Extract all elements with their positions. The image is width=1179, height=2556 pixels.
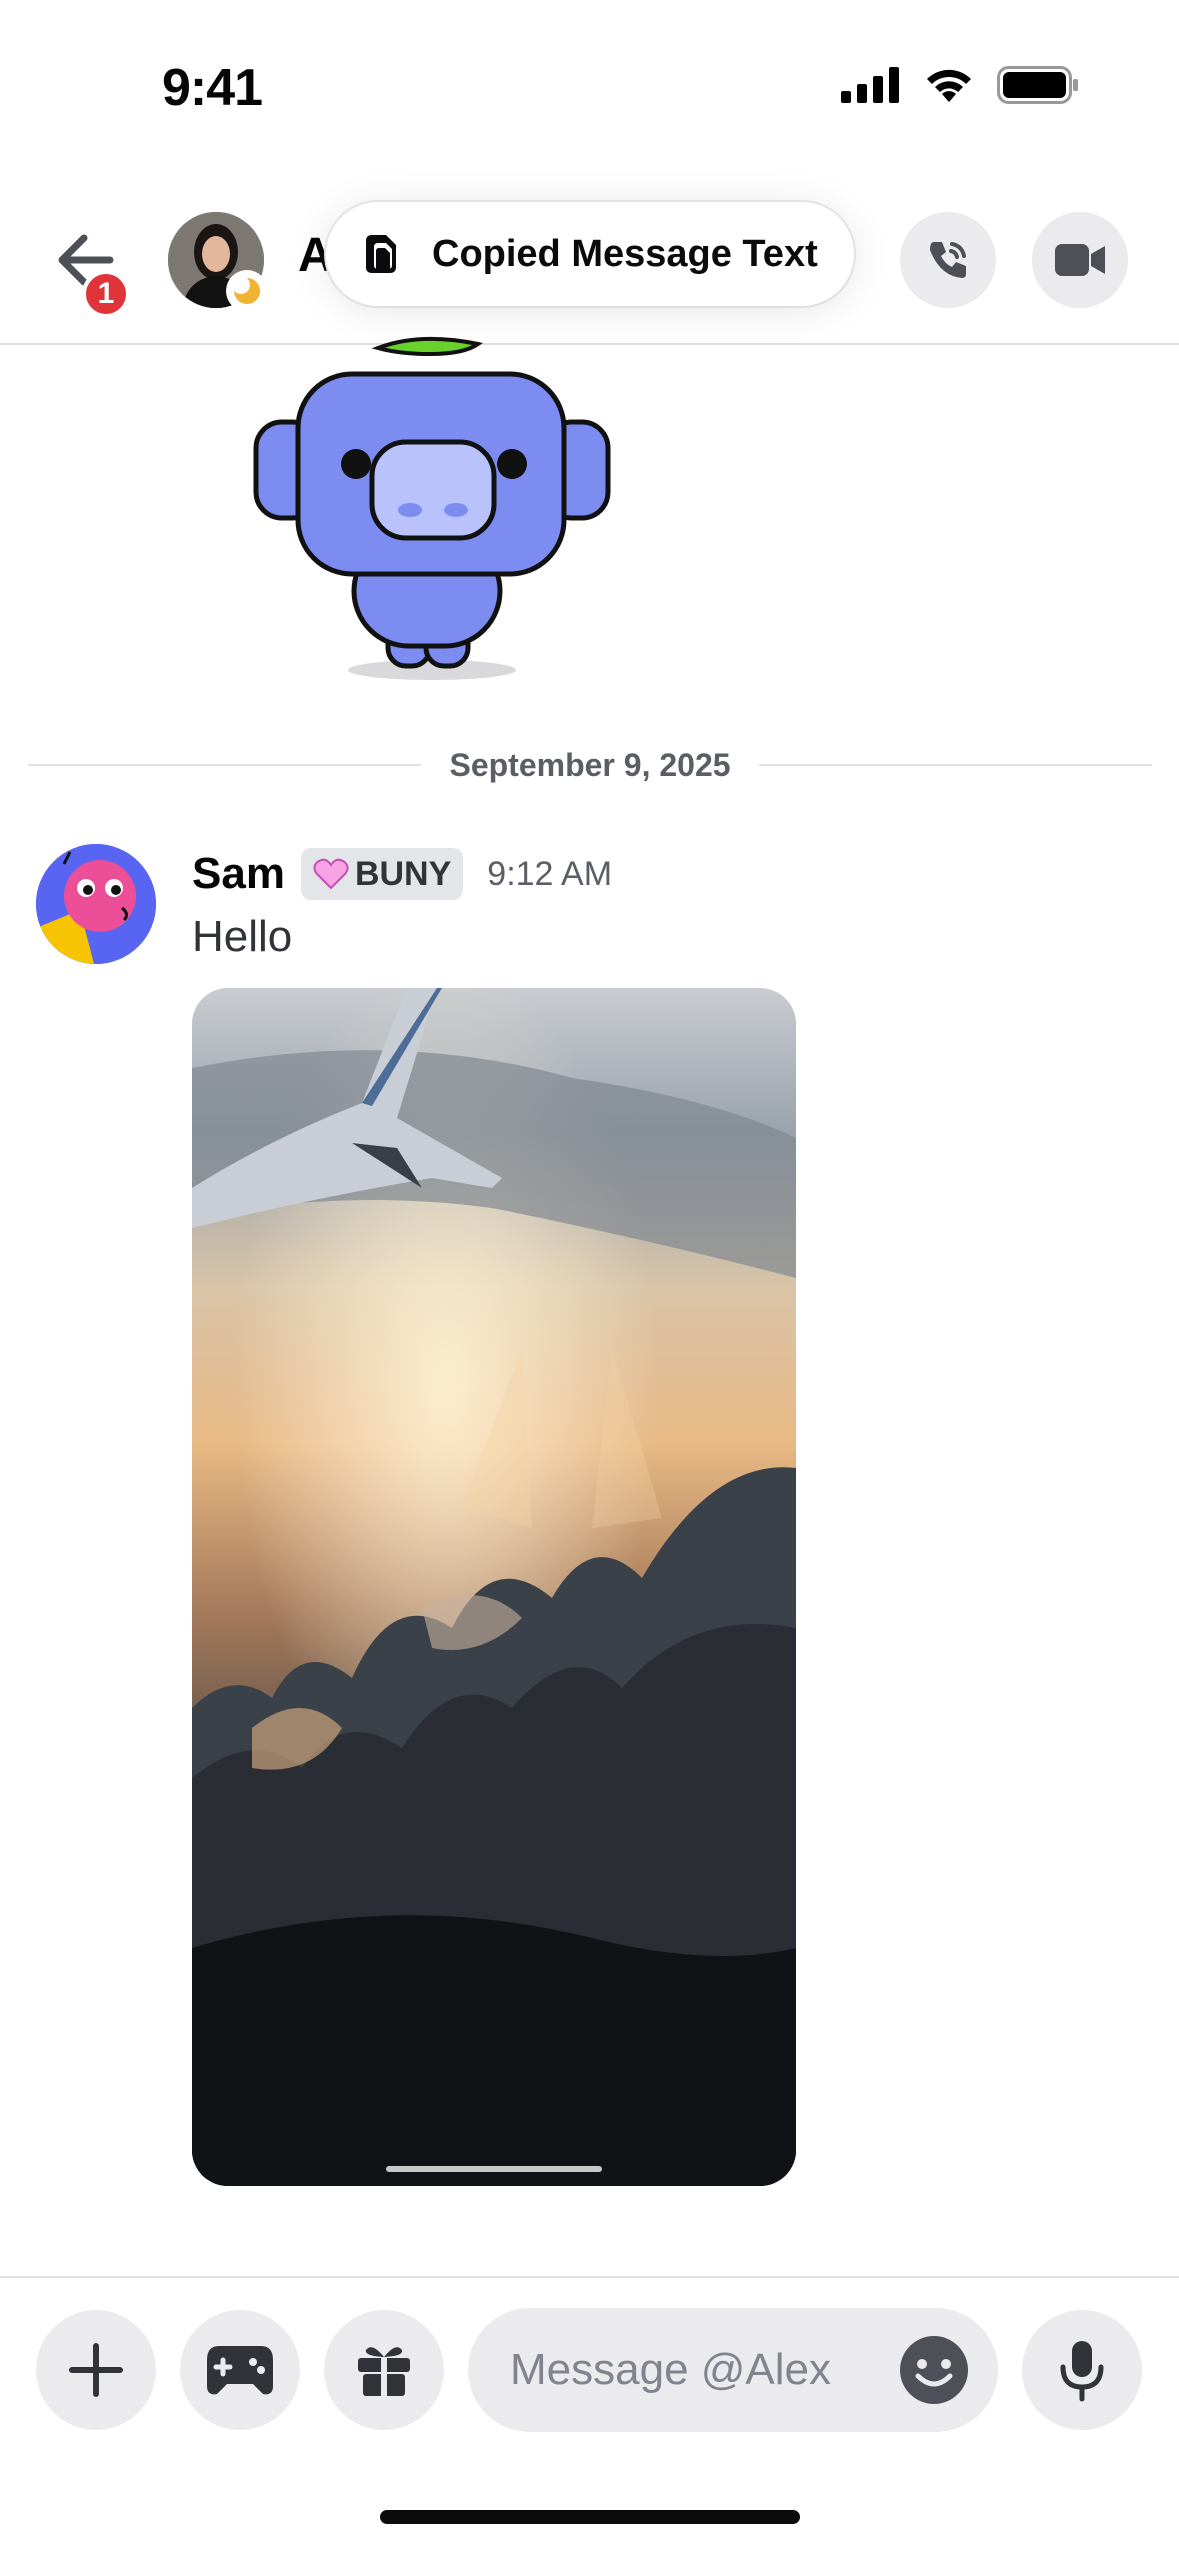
server-tag[interactable]: BUNY — [300, 848, 464, 900]
copied-toast: Copied Message Text — [326, 202, 854, 306]
video-camera-icon — [1055, 244, 1105, 276]
gift-icon — [358, 2347, 410, 2396]
message-author[interactable]: Sam — [192, 849, 285, 899]
emoji-icon — [902, 2338, 966, 2402]
cellular-signal-icon — [841, 67, 899, 103]
server-tag-label: BUNY — [354, 854, 452, 893]
idle-status-icon — [226, 270, 268, 312]
airplane-clouds-photo — [192, 988, 796, 2186]
wumpus-sticker[interactable] — [250, 330, 620, 690]
status-time: 9:41 — [162, 59, 263, 117]
battery-full-icon — [997, 66, 1078, 104]
message-timestamp: 9:12 AM — [487, 854, 613, 893]
channel-header: 1 A Copied Message Text — [0, 170, 1179, 345]
message-text[interactable]: Hello — [192, 912, 292, 962]
toast-text: Copied Message Text — [432, 232, 818, 275]
gift-button[interactable] — [324, 2310, 444, 2430]
voice-call-button[interactable] — [900, 212, 996, 308]
message-header: Sam BUNY 9:12 AM — [192, 848, 612, 900]
author-avatar-art — [36, 844, 156, 964]
divider-line — [28, 764, 422, 766]
add-attachment-button[interactable] — [36, 2310, 156, 2430]
divider-date: September 9, 2025 — [449, 746, 731, 783]
voice-message-button[interactable] — [1022, 2310, 1142, 2430]
activities-button[interactable] — [180, 2310, 300, 2430]
unread-badge: 1 — [82, 270, 130, 318]
message-image-attachment[interactable] — [192, 988, 796, 2186]
home-indicator[interactable] — [380, 2510, 800, 2524]
status-icons — [841, 66, 1079, 104]
copy-icon — [366, 235, 396, 273]
divider-line — [758, 764, 1153, 766]
date-divider: September 9, 2025 — [28, 740, 1153, 790]
video-call-button[interactable] — [1032, 212, 1128, 308]
phone-icon — [930, 242, 966, 278]
emoji-button[interactable] — [900, 2336, 968, 2404]
wifi-icon — [927, 69, 971, 102]
microphone-icon — [1060, 2341, 1104, 2402]
heart-icon — [313, 858, 349, 890]
message-author-avatar[interactable] — [36, 844, 156, 964]
gamepad-icon — [207, 2346, 273, 2395]
status-bar: 9:41 — [0, 0, 1179, 170]
plus-icon — [69, 2343, 123, 2397]
